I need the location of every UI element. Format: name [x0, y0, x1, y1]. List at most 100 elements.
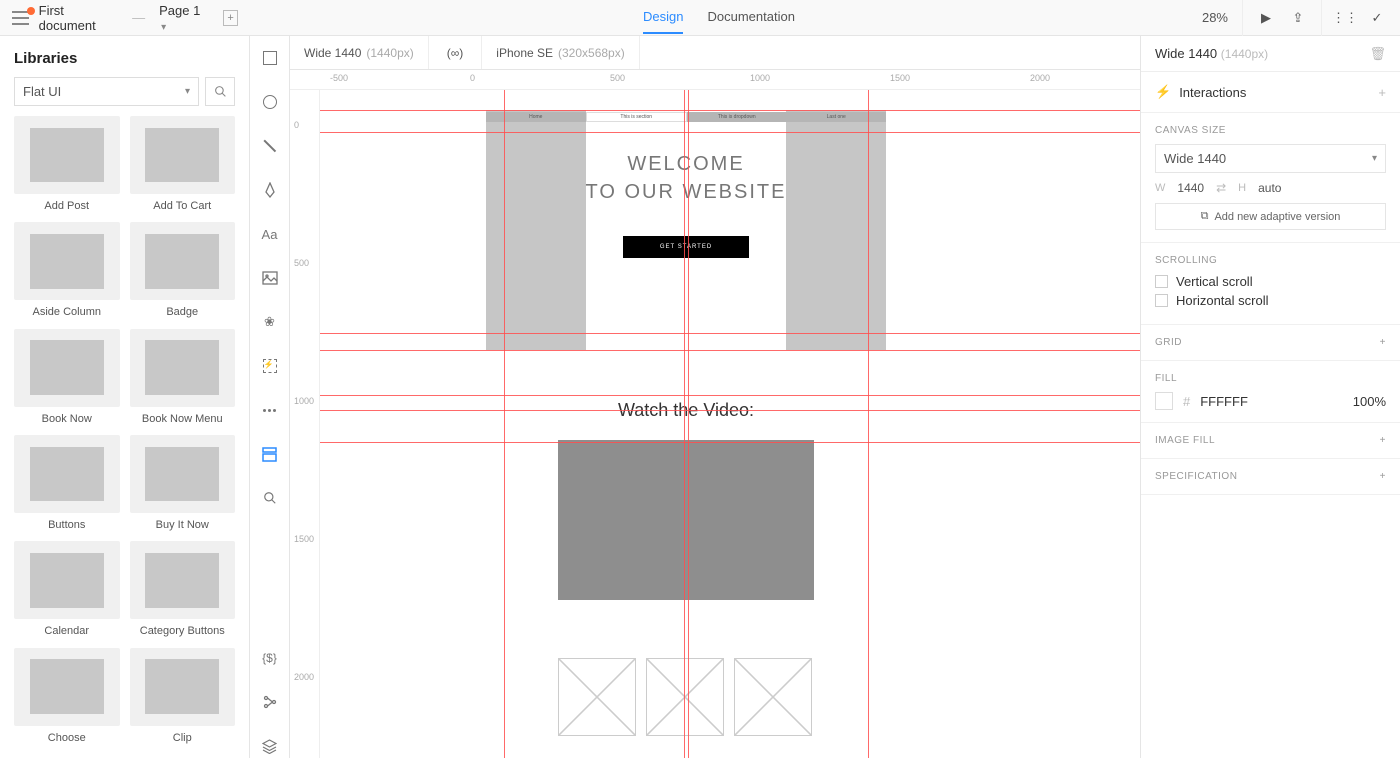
- library-selector[interactable]: Flat UI ▾: [14, 77, 199, 106]
- library-name: Flat UI: [23, 84, 61, 99]
- interactions-label: Interactions: [1179, 85, 1246, 100]
- library-item[interactable]: Buttons: [14, 435, 120, 531]
- add-page-button[interactable]: +: [223, 10, 238, 26]
- component-tool[interactable]: ❀: [258, 310, 282, 334]
- canvas-size-select[interactable]: Wide 1440 ▾: [1155, 144, 1386, 173]
- chevron-down-icon: ▾: [161, 22, 166, 33]
- library-item[interactable]: Clip: [130, 648, 236, 744]
- library-item[interactable]: Aside Column: [14, 222, 120, 318]
- h-value[interactable]: auto: [1258, 181, 1281, 195]
- library-item[interactable]: Book Now: [14, 329, 120, 425]
- w-label: W: [1155, 182, 1165, 194]
- fill-opacity[interactable]: 100%: [1353, 394, 1386, 409]
- fill-section: Fill #FFFFFF 100%: [1141, 361, 1400, 423]
- grid-section[interactable]: Grid +: [1141, 325, 1400, 361]
- section-title: Canvas size: [1155, 125, 1226, 136]
- variables-tool[interactable]: {$}: [258, 646, 282, 670]
- lib-label: Aside Column: [14, 306, 120, 318]
- selected-px: (1440px): [1221, 47, 1268, 61]
- section-title: Scrolling: [1155, 255, 1217, 266]
- bolt-icon: ⚡: [1155, 84, 1171, 100]
- tab-documentation[interactable]: Documentation: [707, 1, 794, 34]
- hotspot-tool[interactable]: ⚡: [258, 354, 282, 378]
- page-selector[interactable]: Page 1 ▾: [159, 3, 207, 33]
- connect-icon[interactable]: ⋮⋮: [1336, 9, 1354, 27]
- vertical-scroll-checkbox[interactable]: Vertical scroll: [1155, 274, 1386, 289]
- select-value: Wide 1440: [1164, 151, 1226, 166]
- ruler-horizontal: -5000500100015002000: [290, 70, 1140, 90]
- text-tool[interactable]: Aa: [258, 222, 282, 246]
- library-item[interactable]: Add To Cart: [130, 116, 236, 212]
- add-icon[interactable]: +: [1380, 337, 1386, 348]
- library-item[interactable]: Badge: [130, 222, 236, 318]
- horizontal-scroll-checkbox[interactable]: Horizontal scroll: [1155, 293, 1386, 308]
- lib-label: Add Post: [14, 200, 120, 212]
- tree-tool[interactable]: [258, 690, 282, 714]
- mock-video: [558, 440, 814, 600]
- mock-nav: Home This is section This is dropdown La…: [486, 112, 886, 122]
- more-tools[interactable]: [258, 398, 282, 422]
- tab-design[interactable]: Design: [643, 1, 683, 34]
- document-title[interactable]: First document: [39, 3, 118, 33]
- image-tool[interactable]: [258, 266, 282, 290]
- library-item[interactable]: Category Buttons: [130, 541, 236, 637]
- check-icon[interactable]: ✓: [1368, 9, 1386, 27]
- adaptive-label: Add new adaptive version: [1214, 211, 1340, 223]
- pen-tool[interactable]: [258, 178, 282, 202]
- fill-hex[interactable]: FFFFFF: [1200, 394, 1248, 409]
- add-adaptive-button[interactable]: ⧉ Add new adaptive version: [1155, 203, 1386, 230]
- lib-label: Choose: [14, 732, 120, 744]
- library-item[interactable]: Add Post: [14, 116, 120, 212]
- inspector-panel: Wide 1440 (1440px) 🗑 ⚡ Interactions + Ca…: [1140, 36, 1400, 758]
- library-item[interactable]: Buy It Now: [130, 435, 236, 531]
- chevron-down-icon: ▾: [1372, 153, 1377, 164]
- lib-label: Clip: [130, 732, 236, 744]
- lib-label: Book Now: [14, 413, 120, 425]
- fill-swatch[interactable]: [1155, 392, 1173, 410]
- image-fill-section[interactable]: Image Fill +: [1141, 423, 1400, 459]
- section-title: Image Fill: [1155, 435, 1215, 446]
- selected-name: Wide 1440: [1155, 46, 1217, 61]
- add-interaction-icon[interactable]: +: [1378, 85, 1386, 100]
- mock-placeholders: [558, 658, 812, 736]
- swap-icon[interactable]: ⇄: [1216, 181, 1226, 195]
- lib-label: Badge: [130, 306, 236, 318]
- inspector-title: Wide 1440 (1440px) 🗑: [1141, 36, 1400, 72]
- zoom-level[interactable]: 28%: [1202, 10, 1228, 25]
- lib-label: Category Buttons: [130, 625, 236, 637]
- breakpoint-bar: Wide 1440 (1440px) (∞) iPhone SE (320x56…: [290, 36, 1140, 70]
- canvas-size-section: Canvas size Wide 1440 ▾ W 1440 ⇄ H auto …: [1141, 113, 1400, 243]
- chk-label: Vertical scroll: [1176, 274, 1253, 289]
- trash-icon[interactable]: 🗑: [1369, 46, 1386, 62]
- section-title: Fill: [1155, 373, 1177, 384]
- specification-section[interactable]: Specification +: [1141, 459, 1400, 495]
- section-title: Grid: [1155, 337, 1182, 348]
- library-item[interactable]: Calendar: [14, 541, 120, 637]
- breakpoint-infinite[interactable]: (∞): [429, 36, 483, 69]
- layers-tool[interactable]: [258, 734, 282, 758]
- bp-px: (1440px): [366, 46, 413, 60]
- play-icon[interactable]: ▶: [1257, 9, 1275, 27]
- ellipse-tool[interactable]: [258, 90, 282, 114]
- rectangle-tool[interactable]: [258, 46, 282, 70]
- library-item[interactable]: Book Now Menu: [130, 329, 236, 425]
- layout-tool[interactable]: [258, 442, 282, 466]
- bp-name: iPhone SE: [496, 46, 553, 60]
- add-icon[interactable]: +: [1380, 435, 1386, 446]
- export-icon[interactable]: ⇪: [1289, 9, 1307, 27]
- line-tool[interactable]: [258, 134, 282, 158]
- search-tool[interactable]: [258, 486, 282, 510]
- add-icon[interactable]: +: [1380, 471, 1386, 482]
- lib-label: Buy It Now: [130, 519, 236, 531]
- library-item[interactable]: Choose: [14, 648, 120, 744]
- device-icon: ⧉: [1201, 210, 1209, 223]
- canvas[interactable]: Home This is section This is dropdown La…: [320, 90, 1140, 758]
- menu-icon[interactable]: [12, 11, 29, 25]
- library-search-button[interactable]: [205, 77, 235, 106]
- breakpoint-iphone[interactable]: iPhone SE (320x568px): [482, 36, 639, 69]
- interactions-row[interactable]: ⚡ Interactions +: [1141, 72, 1400, 113]
- breakpoint-wide[interactable]: Wide 1440 (1440px): [290, 36, 429, 69]
- lib-label: Add To Cart: [130, 200, 236, 212]
- w-value[interactable]: 1440: [1177, 181, 1204, 195]
- libraries-panel: Libraries Flat UI ▾ Add PostAdd To CartA…: [0, 36, 250, 758]
